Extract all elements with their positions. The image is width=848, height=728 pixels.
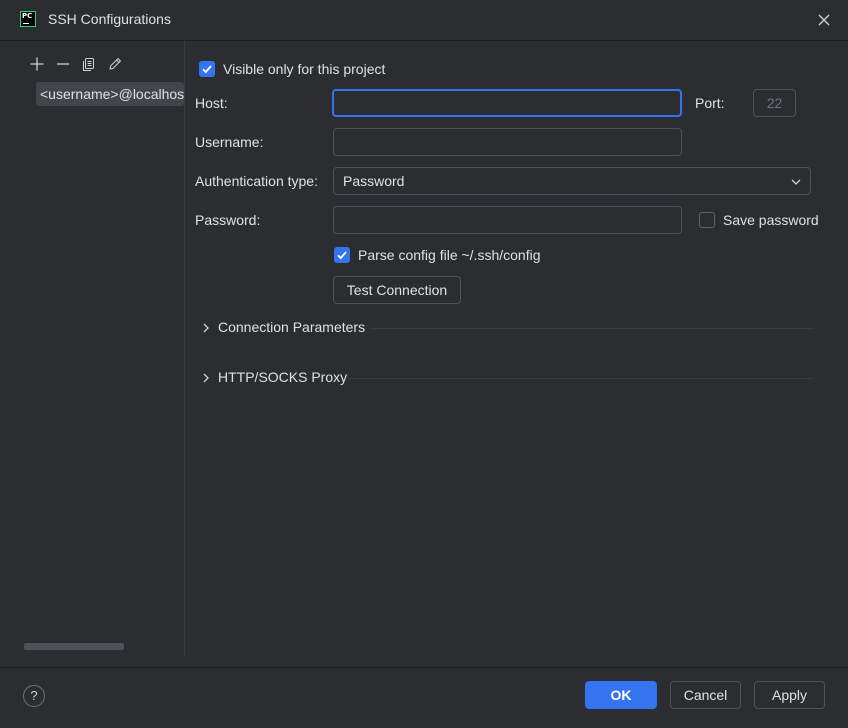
parse-config-checkbox[interactable] <box>334 247 350 263</box>
section-title: Connection Parameters <box>218 319 366 335</box>
copy-icon[interactable] <box>81 56 97 72</box>
test-connection-button[interactable]: Test Connection <box>333 276 461 304</box>
window-title: SSH Configurations <box>48 11 171 27</box>
minus-icon[interactable] <box>55 56 71 72</box>
password-input[interactable] <box>333 206 682 234</box>
section-proxy[interactable]: HTTP/SOCKS Proxy <box>196 368 814 388</box>
username-input[interactable] <box>333 128 682 156</box>
chevron-right-icon <box>203 323 209 333</box>
chevron-right-icon <box>203 373 209 383</box>
plus-icon[interactable] <box>29 56 45 72</box>
ok-button[interactable]: OK <box>585 681 657 709</box>
visible-only-label: Visible only for this project <box>223 61 386 77</box>
chevron-down-icon <box>791 179 801 185</box>
apply-button[interactable]: Apply <box>754 681 825 709</box>
section-divider <box>348 378 814 379</box>
section-connection-parameters[interactable]: Connection Parameters <box>196 318 814 338</box>
pencil-icon[interactable] <box>107 56 123 72</box>
section-divider <box>370 328 814 329</box>
port-label: Port: <box>695 95 725 111</box>
close-icon[interactable] <box>814 10 834 30</box>
title-bar: PC SSH Configurations <box>0 0 848 41</box>
auth-type-label: Authentication type: <box>195 173 318 189</box>
test-connection-label: Test Connection <box>346 282 448 298</box>
save-password-label: Save password <box>723 212 819 228</box>
question-icon[interactable]: ? <box>23 685 45 707</box>
host-input[interactable] <box>332 89 682 117</box>
cancel-label: Cancel <box>683 687 728 703</box>
apply-label: Apply <box>771 687 808 703</box>
configurations-list-panel: <username>@localhost <box>8 41 185 657</box>
ok-label: OK <box>610 687 632 703</box>
list-item-label: <username>@localhost <box>40 86 184 102</box>
save-password-checkbox[interactable] <box>699 212 715 228</box>
username-label: Username: <box>195 134 264 150</box>
auth-type-value: Password <box>343 173 405 189</box>
section-title: HTTP/SOCKS Proxy <box>218 369 348 385</box>
parse-config-label: Parse config file ~/.ssh/config <box>358 247 541 263</box>
dialog-footer: ? OK Cancel Apply <box>0 667 848 728</box>
visible-only-checkbox[interactable] <box>199 61 215 77</box>
auth-type-select[interactable]: Password <box>333 167 811 195</box>
pycharm-logo-icon: PC <box>20 11 36 27</box>
cancel-button[interactable]: Cancel <box>670 681 741 709</box>
host-label: Host: <box>195 95 228 111</box>
app-logo-text: PC <box>22 12 33 20</box>
list-item-ssh-config[interactable]: <username>@localhost <box>36 82 184 106</box>
password-label: Password: <box>195 212 261 228</box>
horizontal-scrollbar[interactable] <box>24 643 124 650</box>
port-input[interactable]: 22 <box>753 89 796 117</box>
